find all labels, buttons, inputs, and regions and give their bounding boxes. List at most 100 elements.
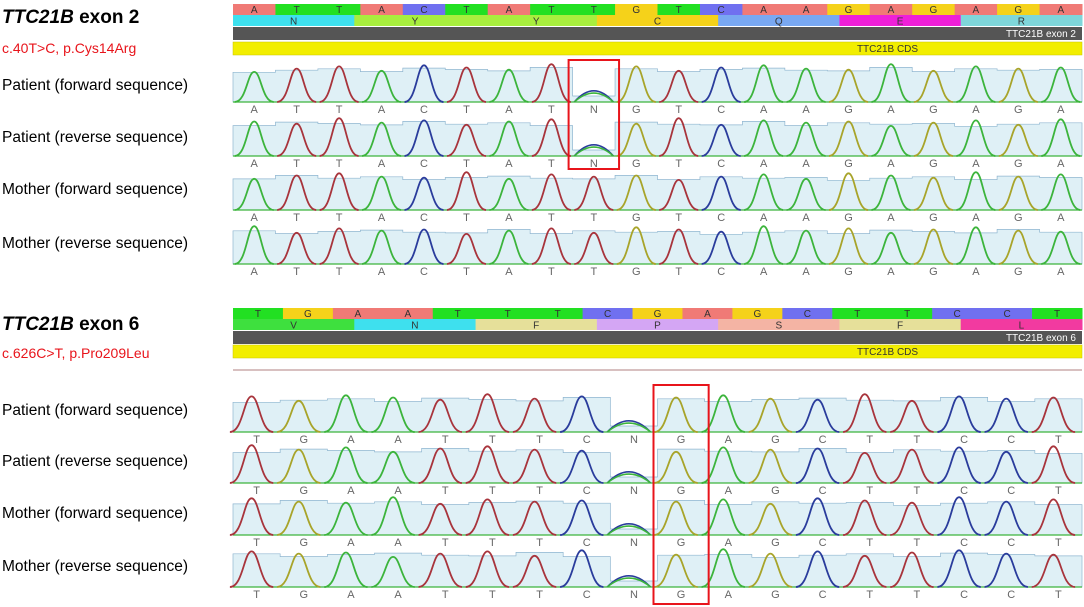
base-call: G [299,485,308,497]
base-call: T [442,434,449,446]
base-call: T [336,266,343,278]
base-call: C [420,158,428,170]
base-call: C [583,434,591,446]
base-call: G [632,212,641,224]
base-call: A [802,266,810,278]
base-call: A [378,212,386,224]
base-call: T [336,158,343,170]
base-call: N [590,104,598,116]
base-call: T [675,212,682,224]
base-call: T [489,485,496,497]
base-call: T [442,589,449,601]
base-call: T [336,212,343,224]
base-cell-letter: C [718,5,725,16]
base-call: A [505,212,513,224]
base-call: T [253,537,260,549]
base-call: T [866,434,873,446]
base-call: C [819,589,827,601]
base-cell-letter: T [676,5,682,16]
base-call: T [536,537,543,549]
cds-bar-label: TTC21B CDS [857,44,918,55]
base-call: G [844,158,853,170]
base-call: A [972,212,980,224]
base-call: C [960,589,968,601]
base-call: T [866,537,873,549]
base-call: T [914,485,921,497]
base-cell-letter: T [255,309,261,320]
quality-bars [232,121,1083,157]
base-cell-letter: G [632,5,640,16]
base-call: G [1014,212,1023,224]
base-cell-letter: T [548,5,554,16]
base-call: T [293,266,300,278]
base-call: T [336,104,343,116]
exon-bar-label: TTC21B exon 6 [1006,333,1076,344]
base-call: G [929,212,938,224]
base-call: T [253,589,260,601]
base-call: T [536,485,543,497]
base-cell-letter: T [555,309,561,320]
aa-cell-letter: F [533,321,539,332]
cds-bar-label: TTC21B CDS [857,347,918,358]
base-call: A [1057,158,1065,170]
base-call: N [630,589,638,601]
base-call: T [463,104,470,116]
base-call: C [1007,485,1015,497]
aa-cell-letter: Y [533,17,540,28]
base-cell-letter: T [336,5,342,16]
exon-bar-label: TTC21B exon 2 [1006,29,1076,40]
base-call: G [677,589,686,601]
base-call: A [887,158,895,170]
base-call: A [394,589,402,601]
base-cell-letter: T [854,309,860,320]
base-call: N [630,485,638,497]
base-call: C [960,434,968,446]
base-cell-letter: A [888,5,895,16]
base-call: G [929,104,938,116]
cds-bar [232,41,1083,56]
base-cell-letter: A [704,309,711,320]
base-call: C [420,104,428,116]
base-call: T [675,158,682,170]
base-call: T [675,266,682,278]
base-call: A [347,537,355,549]
base-call: C [1007,589,1015,601]
base-call: T [1055,537,1062,549]
exon-bar [233,331,1082,344]
base-call: T [548,212,555,224]
base-call: T [1055,589,1062,601]
base-call: T [866,485,873,497]
base-call: G [771,485,780,497]
base-call: A [378,104,386,116]
base-cell-letter: G [845,5,853,16]
base-cell-letter: G [654,309,662,320]
base-call: A [1057,104,1065,116]
base-cell-letter: A [404,309,411,320]
base-call: C [819,537,827,549]
base-cell-letter: A [1057,5,1064,16]
base-call: G [929,266,938,278]
base-cell-letter: C [604,309,611,320]
base-call: A [251,104,259,116]
base-call: A [251,158,259,170]
base-call: A [887,266,895,278]
base-call: N [630,537,638,549]
base-cell-letter: A [251,5,258,16]
base-call: T [548,158,555,170]
base-call: A [378,266,386,278]
base-call: A [887,104,895,116]
base-cell-letter: T [294,5,300,16]
aa-cell-letter: P [654,321,661,332]
base-call: A [972,104,980,116]
base-cell-letter: C [1003,309,1010,320]
base-call: A [802,104,810,116]
base-call: A [347,485,355,497]
base-call: C [960,537,968,549]
base-call: A [505,266,513,278]
base-call: T [442,485,449,497]
base-call: G [677,485,686,497]
base-call: C [717,266,725,278]
base-call: C [819,485,827,497]
base-call: G [844,266,853,278]
base-cell-letter: T [591,5,597,16]
